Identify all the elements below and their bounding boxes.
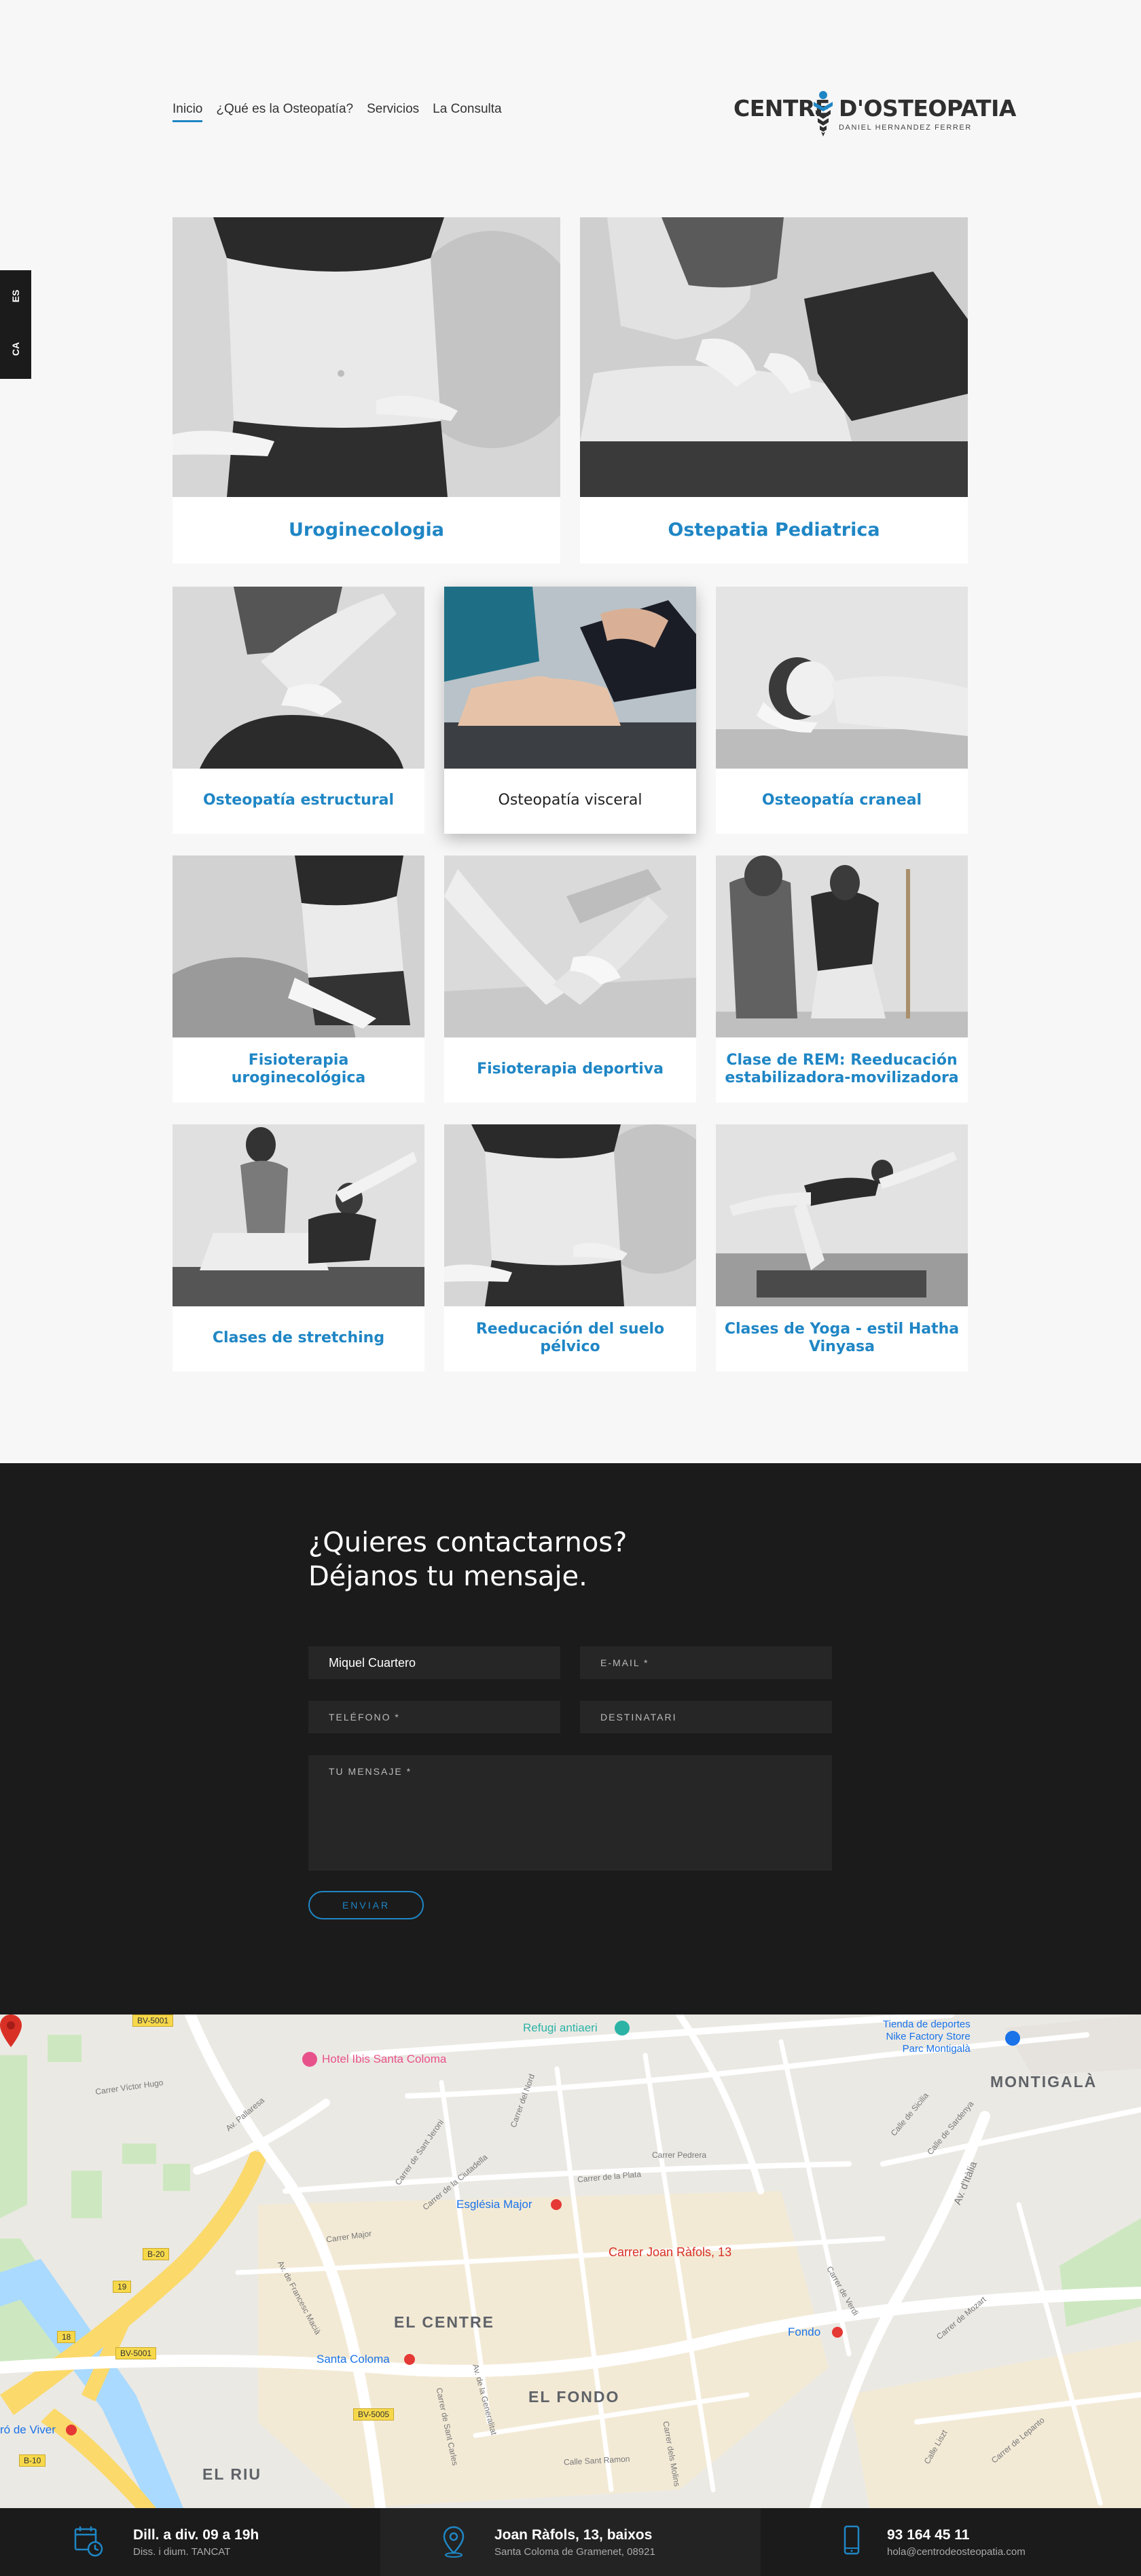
service-label: Osteopatía visceral bbox=[498, 791, 642, 809]
map-road-18: 18 bbox=[57, 2331, 76, 2343]
map-road-bv5001-top: BV-5001 bbox=[132, 2014, 174, 2027]
map-poi-viver[interactable]: ró de Viver bbox=[0, 2423, 56, 2437]
nav-item-inicio[interactable]: Inicio bbox=[173, 102, 203, 122]
language-switcher: ES CA bbox=[0, 270, 31, 379]
service-photo bbox=[580, 217, 968, 497]
service-card-craneal[interactable]: Osteopatía craneal bbox=[716, 587, 968, 834]
service-label: Clase de REM: Reeducación estabilizadora… bbox=[725, 1051, 959, 1086]
service-card-suelo-pelvico[interactable]: Reeducación del suelo pélvico bbox=[444, 1124, 696, 1372]
map-district-fondo: EL FONDO bbox=[528, 2388, 620, 2406]
service-photo bbox=[444, 1124, 696, 1306]
service-label: Clases de stretching bbox=[212, 1329, 385, 1346]
service-label: Fisioterapia deportiva bbox=[477, 1060, 664, 1078]
footer-address: Joan Ràfols, 13, baixos Santa Coloma de … bbox=[494, 2527, 655, 2558]
map-road-19: 19 bbox=[113, 2281, 132, 2293]
logo-spine-icon bbox=[814, 91, 833, 136]
service-label: Uroginecologia bbox=[288, 519, 445, 540]
contact-heading-line1: ¿Quieres contactarnos? bbox=[308, 1527, 628, 1558]
site-footer: Dill. a div. 09 a 19h Diss. i dium. TANC… bbox=[0, 2508, 1141, 2576]
map-poi-nike[interactable]: Tienda de deportes Nike Factory Store Pa… bbox=[883, 2019, 971, 2055]
service-photo bbox=[173, 217, 560, 497]
service-card-fisio-urogine[interactable]: Fisioterapia uroginecológica bbox=[173, 855, 424, 1103]
contact-heading-line2: Déjanos tu mensaje. bbox=[308, 1561, 587, 1592]
calendar-clock-icon bbox=[73, 2524, 103, 2562]
service-label: Osteopatía estructural bbox=[202, 791, 394, 809]
recipient-field[interactable]: DESTINATARI bbox=[580, 1701, 832, 1733]
nav-item-que-es[interactable]: ¿Qué es la Osteopatía? bbox=[216, 102, 353, 117]
map-address-label: Carrer Joan Ràfols, 13 bbox=[609, 2245, 732, 2259]
nav-item-la-consulta[interactable]: La Consulta bbox=[433, 102, 501, 117]
map-poi-fondo[interactable]: Fondo bbox=[788, 2325, 820, 2339]
map-district-centre: EL CENTRE bbox=[394, 2313, 494, 2331]
service-photo bbox=[444, 587, 696, 769]
map-road-bv5001: BV-5001 bbox=[115, 2347, 157, 2359]
footer-phone[interactable]: 93 164 45 11 bbox=[887, 2527, 1026, 2543]
service-photo bbox=[173, 1124, 424, 1306]
map-poi-hotel[interactable]: Hotel Ibis Santa Coloma bbox=[322, 2053, 446, 2066]
service-photo bbox=[173, 855, 424, 1037]
map-poi-refugi[interactable]: Refugi antiaeri bbox=[523, 2021, 598, 2035]
map-district-riu: EL RIU bbox=[202, 2465, 261, 2483]
map-street-pedrera: Carrer Pedrera bbox=[652, 2150, 707, 2160]
service-card-uroginecologia[interactable]: Uroginecologia bbox=[173, 217, 560, 564]
footer-hours-sub: Diss. i dium. TANCAT bbox=[133, 2546, 231, 2558]
location-pin-icon bbox=[439, 2524, 469, 2562]
lang-ca[interactable]: CA bbox=[10, 342, 21, 356]
map-canvas bbox=[0, 2014, 1141, 2508]
footer-hours: Dill. a div. 09 a 19h Diss. i dium. TANC… bbox=[133, 2527, 259, 2558]
service-card-fisio-deportiva[interactable]: Fisioterapia deportiva bbox=[444, 855, 696, 1103]
footer-contact: 93 164 45 11 hola@centrodeosteopatia.com bbox=[887, 2527, 1026, 2558]
footer-hours-title: Dill. a div. 09 a 19h bbox=[133, 2527, 259, 2543]
message-field[interactable]: TU MENSAJE * bbox=[308, 1755, 832, 1871]
mobile-phone-icon bbox=[837, 2524, 867, 2562]
map-poi-santa-coloma[interactable]: Santa Coloma bbox=[316, 2353, 390, 2366]
service-label: Clases de Yoga - estil Hatha Vinyasa bbox=[724, 1320, 960, 1355]
service-card-estructural[interactable]: Osteopatía estructural bbox=[173, 587, 424, 834]
phone-field[interactable]: TELÉFONO * bbox=[308, 1701, 560, 1733]
logo-word-osteopatia: D'OSTEOPATIA bbox=[839, 95, 1016, 122]
contact-section: ¿Quieres contactarnos? Déjanos tu mensaj… bbox=[0, 1463, 1141, 2014]
nav-item-servicios[interactable]: Servicios bbox=[367, 102, 419, 117]
service-card-stretching[interactable]: Clases de stretching bbox=[173, 1124, 424, 1372]
service-label: Reeducación del suelo pélvico bbox=[475, 1320, 665, 1355]
location-map[interactable]: Hotel Ibis Santa Coloma Refugi antiaeri … bbox=[0, 2014, 1141, 2508]
map-road-bv5005: BV-5005 bbox=[353, 2408, 395, 2421]
service-photo bbox=[716, 1124, 968, 1306]
map-district-montigala: MONTIGALÀ bbox=[990, 2073, 1098, 2091]
service-label: Fisioterapia uroginecológica bbox=[231, 1051, 366, 1086]
footer-address-sub: Santa Coloma de Gramenet, 08921 bbox=[494, 2546, 655, 2558]
map-road-b10: B-10 bbox=[19, 2454, 46, 2467]
name-field[interactable]: Miquel Cuartero bbox=[308, 1646, 560, 1679]
service-photo bbox=[444, 855, 696, 1037]
footer-address-title: Joan Ràfols, 13, baixos bbox=[494, 2527, 653, 2543]
service-label: Osteopatía craneal bbox=[761, 791, 922, 809]
logo-subtitle: DANIEL HERNANDEZ FERRER bbox=[839, 124, 972, 132]
footer-email[interactable]: hola@centrodeosteopatia.com bbox=[887, 2546, 1026, 2558]
service-photo bbox=[716, 587, 968, 769]
service-photo bbox=[173, 587, 424, 769]
service-label: Ostepatia Pediatrica bbox=[668, 519, 880, 540]
site-logo[interactable]: CENTRE D'OSTEOPATIA DANIEL HERNANDEZ FER… bbox=[734, 90, 1016, 137]
service-card-yoga[interactable]: Clases de Yoga - estil Hatha Vinyasa bbox=[716, 1124, 968, 1372]
email-field[interactable]: E-MAIL * bbox=[580, 1646, 832, 1679]
send-button[interactable]: ENVIAR bbox=[308, 1891, 424, 1919]
lang-es[interactable]: ES bbox=[10, 289, 21, 303]
map-poi-esglesia[interactable]: Església Major bbox=[456, 2198, 532, 2211]
main-nav: Inicio ¿Qué es la Osteopatía? Servicios … bbox=[173, 102, 502, 122]
map-location-pin-icon[interactable] bbox=[0, 2014, 22, 2047]
service-card-rem[interactable]: Clase de REM: Reeducación estabilizadora… bbox=[716, 855, 968, 1103]
service-card-pediatrica[interactable]: Ostepatia Pediatrica bbox=[580, 217, 968, 564]
map-road-b20: B-20 bbox=[143, 2248, 170, 2260]
service-card-visceral[interactable]: Osteopatía visceral bbox=[444, 587, 696, 834]
service-photo bbox=[716, 855, 968, 1037]
contact-heading: ¿Quieres contactarnos? Déjanos tu mensaj… bbox=[308, 1526, 627, 1594]
